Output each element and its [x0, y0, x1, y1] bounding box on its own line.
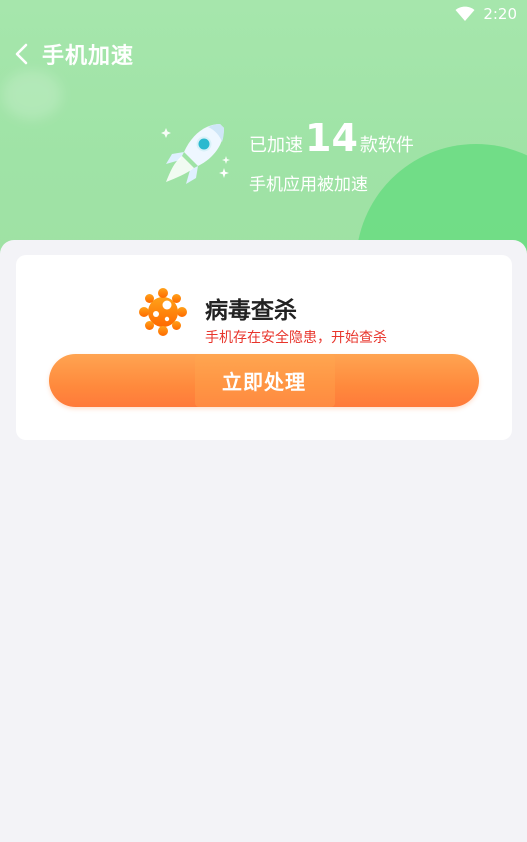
card-warning-text: 手机存在安全隐患，开始查杀	[205, 330, 387, 346]
status-bar: 2:20	[0, 0, 527, 28]
boost-subtitle: 手机应用被加速	[249, 175, 368, 195]
rocket-icon	[161, 124, 230, 184]
decorative-blob-left	[2, 70, 62, 120]
status-time: 2:20	[483, 5, 517, 23]
handle-now-button[interactable]: 立即处理	[49, 354, 479, 407]
card-title: 病毒查杀	[205, 298, 297, 324]
boost-suffix: 款软件	[359, 135, 414, 156]
chevron-left-icon[interactable]	[6, 38, 38, 70]
boost-summary: 已加速 14 款软件	[249, 118, 414, 158]
button-label: 立即处理	[222, 370, 306, 394]
boost-count: 14	[305, 116, 358, 160]
boost-prefix: 已加速	[249, 135, 303, 156]
header-banner: 2:20 手机加速 已加速 14 款软件 手机应用被加速	[0, 0, 527, 260]
title-bar: 手机加速	[0, 36, 134, 72]
page-title: 手机加速	[42, 44, 135, 69]
virus-icon	[139, 288, 187, 336]
virus-scan-card: 病毒查杀 手机存在安全隐患，开始查杀 立即处理	[16, 255, 512, 440]
screen: 2:20 手机加速 已加速 14 款软件 手机应用被加速 病毒查杀 手机存在安全…	[0, 0, 527, 842]
wifi-icon	[455, 6, 475, 21]
